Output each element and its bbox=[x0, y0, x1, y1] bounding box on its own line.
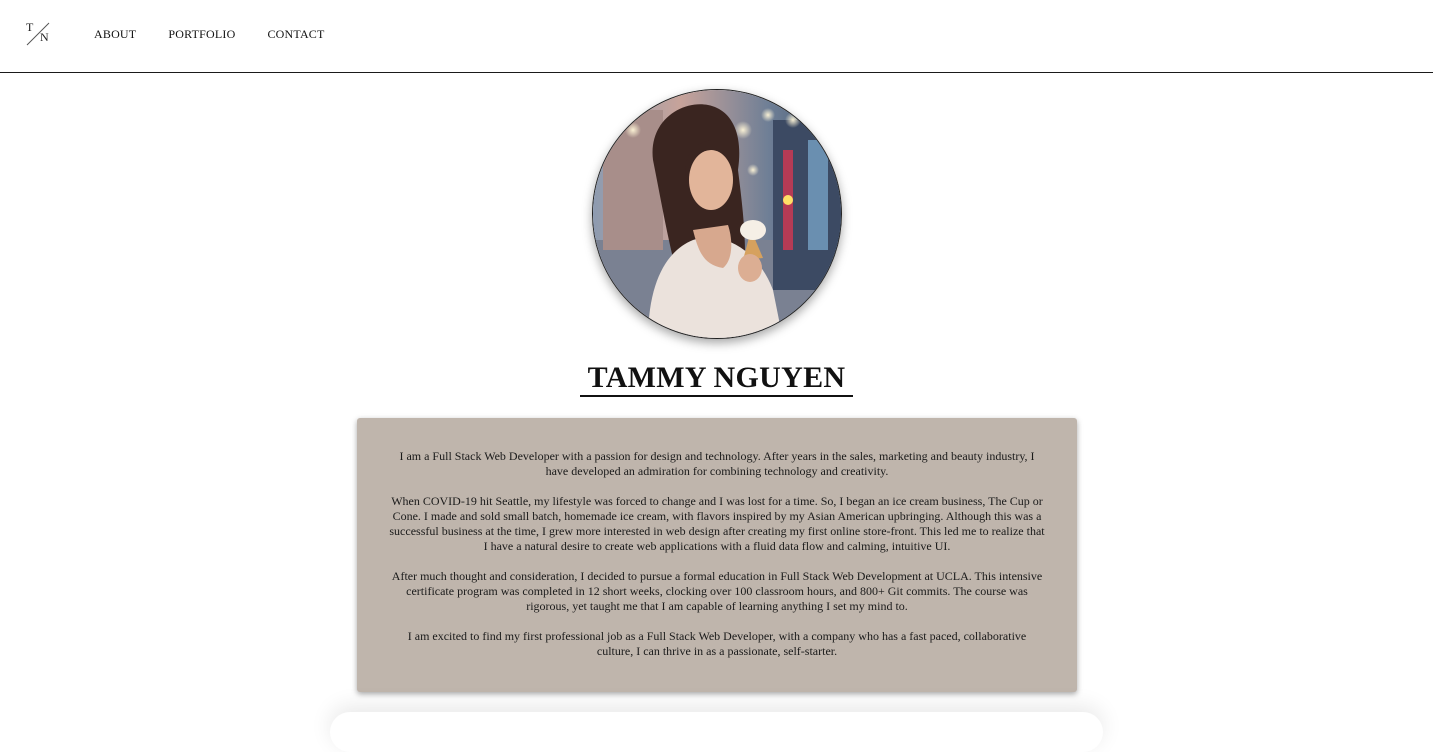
nav-contact-link[interactable]: CONTACT bbox=[267, 27, 324, 41]
logo-letter-n: N bbox=[40, 30, 49, 44]
profile-photo bbox=[592, 89, 842, 339]
about-paragraph: I am a Full Stack Web Developer with a p… bbox=[399, 449, 1035, 478]
profile-photo-image bbox=[593, 90, 841, 338]
navbar: T N ABOUT PORTFOLIO CONTACT bbox=[0, 0, 1433, 73]
logo-letter-t: T bbox=[26, 20, 34, 34]
about-paragraph: I am excited to find my first profession… bbox=[407, 629, 1027, 658]
about-paragraph: After much thought and consideration, I … bbox=[391, 569, 1043, 613]
about-paragraph: When COVID-19 hit Seattle, my lifestyle … bbox=[389, 494, 1045, 553]
nav-menu: ABOUT PORTFOLIO CONTACT bbox=[94, 27, 325, 41]
logo-link[interactable]: T N bbox=[24, 20, 52, 48]
next-section-card-edge bbox=[330, 712, 1103, 752]
profile-name: TAMMY NGUYEN bbox=[579, 361, 854, 397]
nav-about-link[interactable]: ABOUT bbox=[94, 27, 136, 41]
nav-portfolio-link[interactable]: PORTFOLIO bbox=[168, 27, 235, 41]
about-section: I am a Full Stack Web Developer with a p… bbox=[357, 418, 1077, 692]
name-heading-wrap: TAMMY NGUYEN bbox=[0, 361, 1433, 397]
